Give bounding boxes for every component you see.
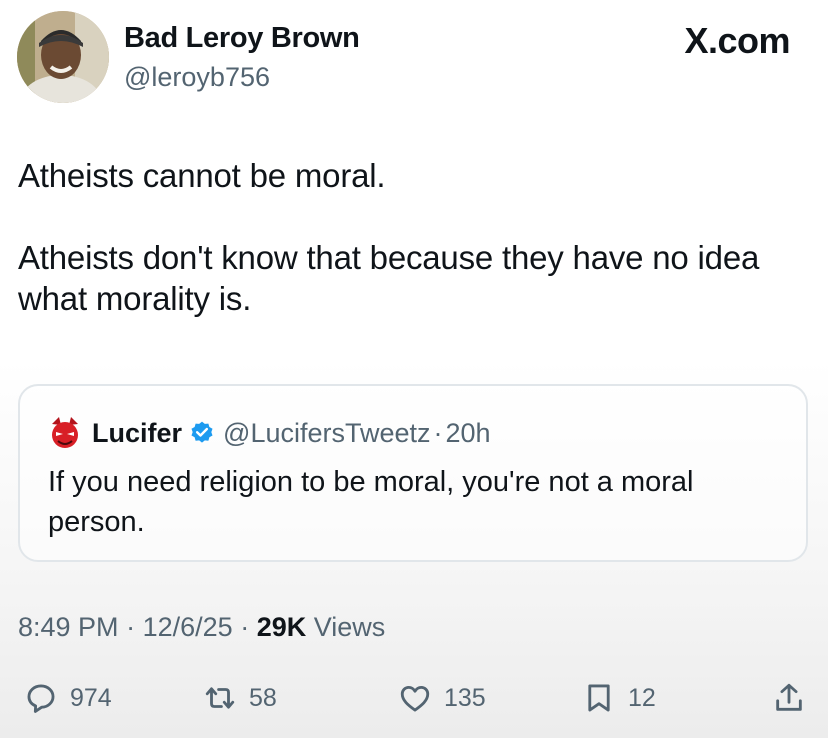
user-handle[interactable]: @leroyb756 [124,62,270,93]
tweet-paragraph: Atheists cannot be moral. [18,157,386,194]
quoted-timestamp[interactable]: 20h [446,418,491,449]
verified-badge-icon [191,421,213,443]
like-button[interactable]: 135 [398,676,486,720]
separator-dot: · [433,417,443,448]
views-count: 29K [256,612,307,642]
bookmark-count: 12 [628,683,656,712]
tweet-date[interactable]: 12/6/25 [143,612,233,642]
heart-icon [400,685,430,712]
reply-icon [27,684,55,713]
action-bar: 974 58 135 12 [0,676,828,720]
quoted-tweet[interactable]: Lucifer @LucifersTweetz · 20h If you nee… [18,384,808,562]
quoted-tweet-header: Lucifer @LucifersTweetz · 20h [48,414,491,452]
share-button[interactable] [772,676,806,720]
separator-dot: · [240,612,250,642]
share-icon [776,683,802,711]
separator-dot: · [126,612,136,642]
quoted-tweet-text: If you need religion to be moral, you're… [48,466,694,538]
avatar[interactable] [17,11,109,103]
brand-logo: X.com [684,20,790,61]
avatar-image [17,11,109,103]
quoted-display-name[interactable]: Lucifer [92,418,182,449]
repost-button[interactable]: 58 [203,676,277,720]
like-count: 135 [444,683,486,712]
tweet-paragraph: Atheists don't know that because they ha… [18,239,760,317]
reply-count: 974 [70,683,112,712]
bookmark-button[interactable]: 12 [582,676,656,720]
repost-count: 58 [249,683,277,712]
reply-button[interactable]: 974 [24,676,112,720]
tweet-text: Atheists cannot be moral. Atheists don't… [18,155,808,319]
quoted-handle[interactable]: @LucifersTweetz [223,418,430,449]
views-label: Views [313,612,386,642]
quoted-avatar[interactable] [48,416,82,450]
bookmark-icon [588,684,610,712]
display-name[interactable]: Bad Leroy Brown [124,22,360,55]
repost-icon [205,687,235,709]
tweet-meta: 8:49 PM · 12/6/25 · 29K Views [18,612,385,643]
tweet-time[interactable]: 8:49 PM [18,612,119,642]
